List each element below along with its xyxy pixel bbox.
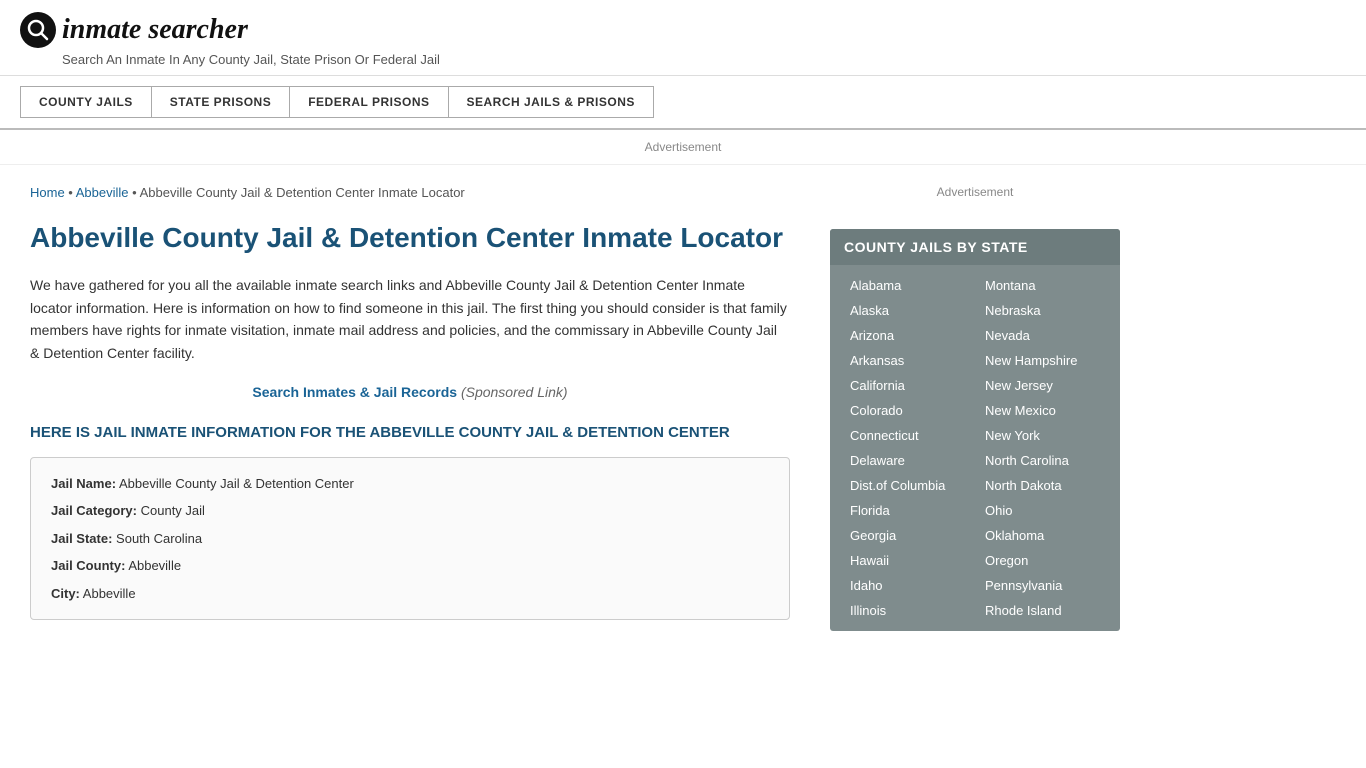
state-column-right: MontanaNebraskaNevadaNew HampshireNew Je… [975, 273, 1110, 623]
state-item[interactable]: North Carolina [975, 448, 1110, 473]
content-area: Home • Abbeville • Abbeville County Jail… [0, 165, 820, 651]
sponsored-text: (Sponsored Link) [461, 384, 568, 400]
state-item[interactable]: Arizona [840, 323, 975, 348]
state-item[interactable]: Arkansas [840, 348, 975, 373]
state-item[interactable]: Illinois [840, 598, 975, 623]
search-link-area: Search Inmates & Jail Records (Sponsored… [30, 384, 790, 400]
state-item[interactable]: Alaska [840, 298, 975, 323]
state-item[interactable]: Georgia [840, 523, 975, 548]
state-column-left: AlabamaAlaskaArizonaArkansasCaliforniaCo… [840, 273, 975, 623]
jail-name-row: Jail Name: Abbeville County Jail & Deten… [51, 474, 769, 494]
state-item[interactable]: Colorado [840, 398, 975, 423]
jail-state-value: South Carolina [116, 531, 202, 546]
state-item[interactable]: New York [975, 423, 1110, 448]
nav-federal-prisons[interactable]: FEDERAL PRISONS [289, 86, 447, 118]
state-item[interactable]: New Jersey [975, 373, 1110, 398]
state-item[interactable]: North Dakota [975, 473, 1110, 498]
sidebar: Advertisement COUNTY JAILS BY STATE Alab… [820, 165, 1140, 651]
breadcrumb-home[interactable]: Home [30, 185, 65, 200]
jail-category-row: Jail Category: County Jail [51, 501, 769, 521]
jail-state-row: Jail State: South Carolina [51, 529, 769, 549]
sidebar-ad-label: Advertisement [830, 175, 1120, 209]
breadcrumb-abbeville[interactable]: Abbeville [76, 185, 129, 200]
state-item[interactable]: Oklahoma [975, 523, 1110, 548]
state-item[interactable]: New Mexico [975, 398, 1110, 423]
jail-name-label: Jail Name: [51, 476, 116, 491]
body-text: We have gathered for you all the availab… [30, 274, 790, 364]
nav-county-jails[interactable]: COUNTY JAILS [20, 86, 151, 118]
nav-state-prisons[interactable]: STATE PRISONS [151, 86, 289, 118]
breadcrumb-current: Abbeville County Jail & Detention Center… [140, 185, 465, 200]
jail-county-value: Abbeville [128, 558, 181, 573]
breadcrumb: Home • Abbeville • Abbeville County Jail… [30, 185, 790, 200]
tagline: Search An Inmate In Any County Jail, Sta… [62, 52, 1346, 67]
main-layout: Home • Abbeville • Abbeville County Jail… [0, 165, 1366, 651]
section-heading: HERE IS JAIL INMATE INFORMATION FOR THE … [30, 424, 790, 441]
state-grid: AlabamaAlaskaArizonaArkansasCaliforniaCo… [830, 265, 1120, 631]
jail-city-row: City: Abbeville [51, 584, 769, 604]
state-item[interactable]: Idaho [840, 573, 975, 598]
logo-text: inmate searcher [62, 14, 248, 46]
jail-county-row: Jail County: Abbeville [51, 556, 769, 576]
state-item[interactable]: Florida [840, 498, 975, 523]
state-item[interactable]: Oregon [975, 548, 1110, 573]
state-box: COUNTY JAILS BY STATE AlabamaAlaskaArizo… [830, 229, 1120, 631]
breadcrumb-sep2: • [129, 185, 140, 200]
state-item[interactable]: Pennsylvania [975, 573, 1110, 598]
state-item[interactable]: Connecticut [840, 423, 975, 448]
jail-info-box: Jail Name: Abbeville County Jail & Deten… [30, 457, 790, 621]
logo-area: inmate searcher [20, 12, 1346, 48]
jail-category-label: Jail Category: [51, 503, 137, 518]
jail-city-label: City: [51, 586, 80, 601]
jail-name-value: Abbeville County Jail & Detention Center [119, 476, 354, 491]
breadcrumb-sep1: • [65, 185, 76, 200]
state-item[interactable]: Dist.of Columbia [840, 473, 975, 498]
nav-bar: COUNTY JAILS STATE PRISONS FEDERAL PRISO… [0, 76, 1366, 130]
jail-state-label: Jail State: [51, 531, 112, 546]
logo-icon [20, 12, 56, 48]
state-item[interactable]: New Hampshire [975, 348, 1110, 373]
state-item[interactable]: California [840, 373, 975, 398]
state-item[interactable]: Alabama [840, 273, 975, 298]
state-item[interactable]: Montana [975, 273, 1110, 298]
jail-city-value: Abbeville [83, 586, 136, 601]
page-title: Abbeville County Jail & Detention Center… [30, 220, 790, 256]
jail-category-value: County Jail [141, 503, 205, 518]
state-item[interactable]: Ohio [975, 498, 1110, 523]
state-item[interactable]: Rhode Island [975, 598, 1110, 623]
state-box-title: COUNTY JAILS BY STATE [844, 239, 1106, 255]
state-item[interactable]: Delaware [840, 448, 975, 473]
nav-search-jails[interactable]: SEARCH JAILS & PRISONS [448, 86, 654, 118]
state-box-header: COUNTY JAILS BY STATE [830, 229, 1120, 265]
header: inmate searcher Search An Inmate In Any … [0, 0, 1366, 76]
jail-county-label: Jail County: [51, 558, 125, 573]
state-item[interactable]: Nebraska [975, 298, 1110, 323]
state-item[interactable]: Hawaii [840, 548, 975, 573]
ad-banner-top: Advertisement [0, 130, 1366, 165]
search-inmates-link[interactable]: Search Inmates & Jail Records [252, 384, 457, 400]
state-item[interactable]: Nevada [975, 323, 1110, 348]
